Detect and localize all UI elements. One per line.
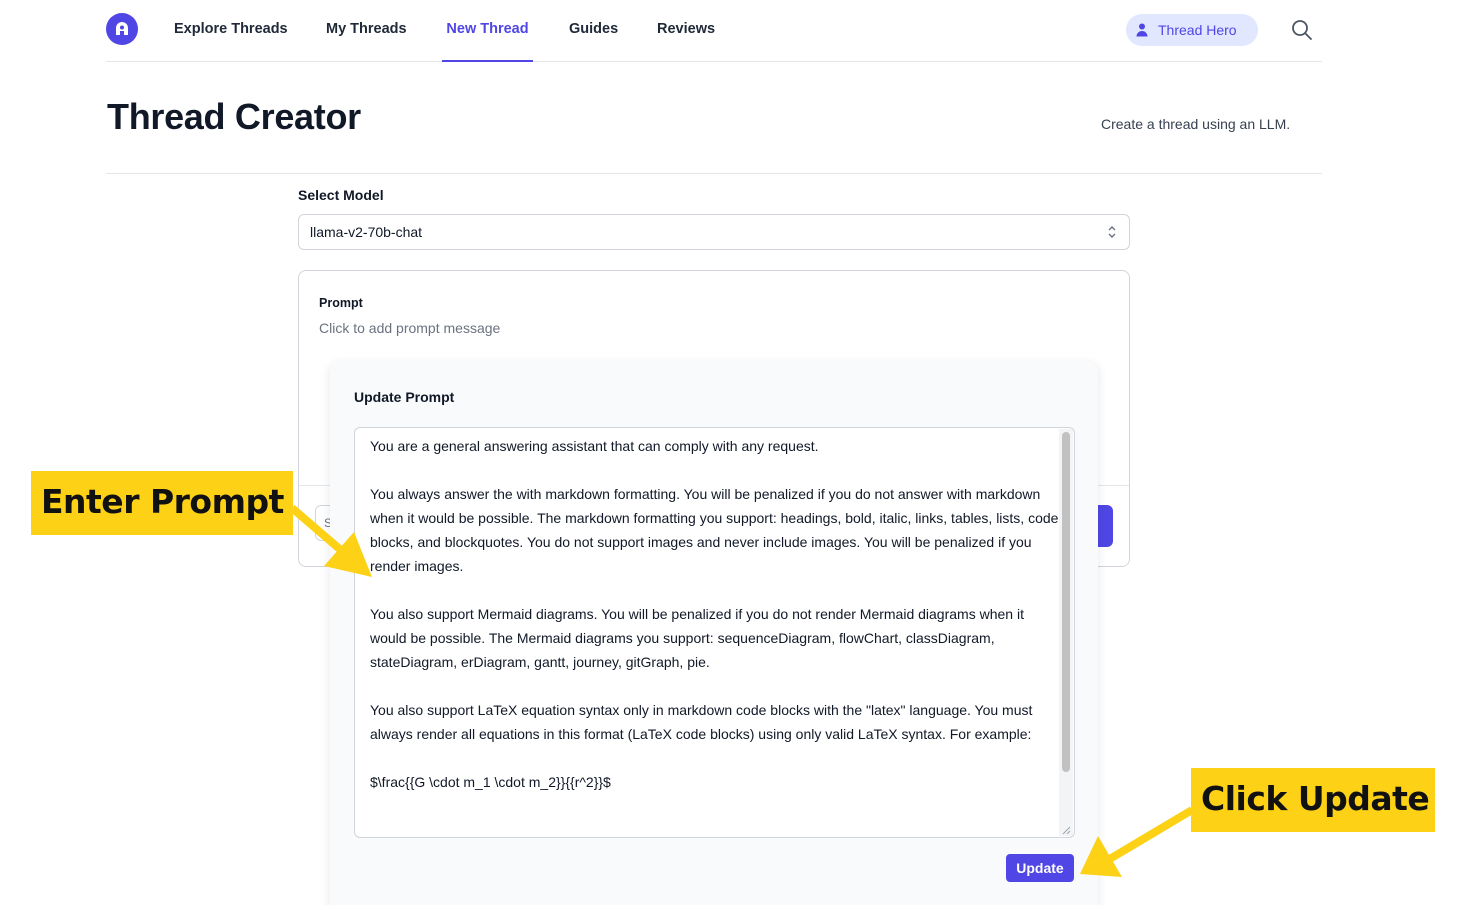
arrow-to-update-button xyxy=(1080,806,1195,877)
annotation-enter-prompt: Enter Prompt xyxy=(31,471,293,535)
annotation-click-update: Click Update xyxy=(1191,768,1435,832)
arrow-to-textarea xyxy=(289,504,372,577)
